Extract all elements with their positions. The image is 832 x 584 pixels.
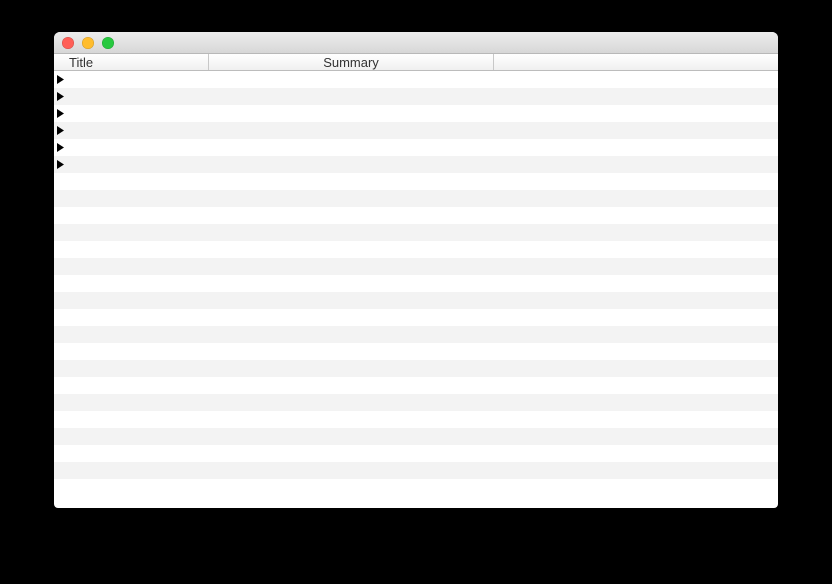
table-row[interactable] — [54, 122, 778, 139]
table-row[interactable] — [54, 224, 778, 241]
table-row[interactable] — [54, 479, 778, 496]
minimize-icon[interactable] — [82, 37, 94, 49]
table-row[interactable] — [54, 445, 778, 462]
table-row[interactable] — [54, 258, 778, 275]
table-row[interactable] — [54, 411, 778, 428]
table-row[interactable] — [54, 88, 778, 105]
table-row[interactable] — [54, 326, 778, 343]
disclosure-triangle-icon[interactable] — [55, 143, 65, 153]
table-row[interactable] — [54, 139, 778, 156]
table-row[interactable] — [54, 428, 778, 445]
column-header-label: Summary — [323, 56, 379, 69]
close-icon[interactable] — [62, 37, 74, 49]
table-row[interactable] — [54, 360, 778, 377]
table-row[interactable] — [54, 292, 778, 309]
cell-title — [54, 160, 209, 170]
app-window: Title Summary — [54, 32, 778, 508]
column-header-summary[interactable]: Summary — [209, 54, 494, 70]
table-row[interactable] — [54, 377, 778, 394]
table-row[interactable] — [54, 394, 778, 411]
table-row[interactable] — [54, 105, 778, 122]
cell-title — [54, 75, 209, 85]
disclosure-triangle-icon[interactable] — [55, 160, 65, 170]
table-row[interactable] — [54, 156, 778, 173]
disclosure-triangle-icon[interactable] — [55, 75, 65, 85]
table-row[interactable] — [54, 309, 778, 326]
cell-title — [54, 126, 209, 136]
table-row[interactable] — [54, 275, 778, 292]
cell-title — [54, 109, 209, 119]
table-row[interactable] — [54, 173, 778, 190]
cell-title — [54, 92, 209, 102]
table-row[interactable] — [54, 462, 778, 479]
table-row[interactable] — [54, 343, 778, 360]
table-row[interactable] — [54, 71, 778, 88]
table-body[interactable] — [54, 71, 778, 508]
zoom-icon[interactable] — [102, 37, 114, 49]
cell-title — [54, 143, 209, 153]
table-row[interactable] — [54, 207, 778, 224]
table-header: Title Summary — [54, 54, 778, 71]
table-row[interactable] — [54, 241, 778, 258]
disclosure-triangle-icon[interactable] — [55, 92, 65, 102]
column-header-title[interactable]: Title — [54, 54, 209, 70]
column-header-label: Title — [69, 56, 93, 69]
disclosure-triangle-icon[interactable] — [55, 126, 65, 136]
titlebar[interactable] — [54, 32, 778, 54]
table-row[interactable] — [54, 190, 778, 207]
column-header-spacer — [494, 54, 778, 70]
disclosure-triangle-icon[interactable] — [55, 109, 65, 119]
